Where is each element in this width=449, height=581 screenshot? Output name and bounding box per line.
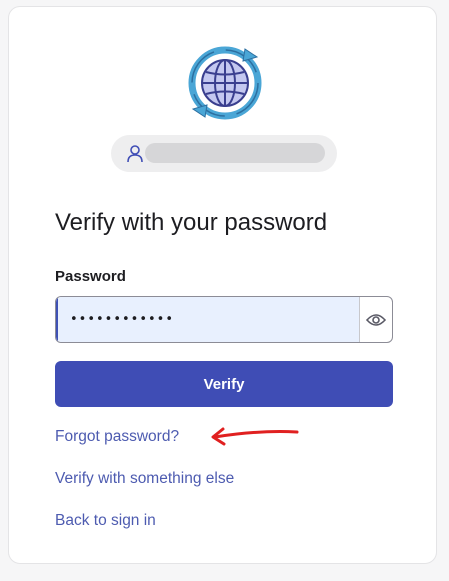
password-field-wrapper <box>55 296 393 343</box>
globe-sync-icon <box>188 46 262 120</box>
person-icon <box>127 145 143 163</box>
red-arrow-icon <box>211 427 299 446</box>
password-input[interactable] <box>56 297 360 342</box>
verify-button[interactable]: Verify <box>55 361 393 407</box>
login-card: Verify with your password Password Verif… <box>8 6 437 564</box>
forgot-password-link[interactable]: Forgot password? <box>55 428 179 446</box>
eye-icon <box>366 313 386 326</box>
verify-with-something-else-link[interactable]: Verify with something else <box>55 470 234 488</box>
show-password-button[interactable] <box>359 297 392 342</box>
back-to-sign-in-link[interactable]: Back to sign in <box>55 512 156 530</box>
redacted-username <box>145 143 325 163</box>
page-title: Verify with your password <box>55 209 328 236</box>
password-label: Password <box>55 268 126 285</box>
user-identifier-pill <box>111 135 337 172</box>
